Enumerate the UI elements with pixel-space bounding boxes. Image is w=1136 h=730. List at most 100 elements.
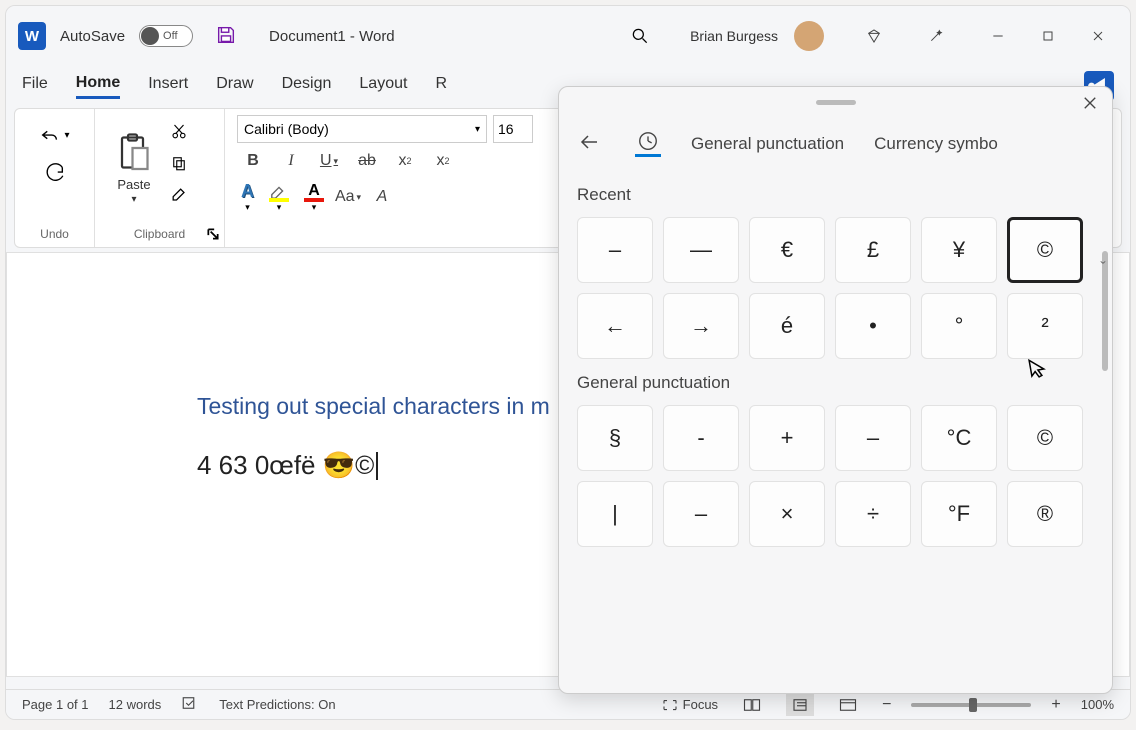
cut-button[interactable] (167, 119, 191, 143)
symbol-dash2[interactable]: – (663, 481, 739, 547)
autosave-label: AutoSave (60, 28, 125, 45)
font-name-combo[interactable]: Calibri (Body) ▾ (237, 115, 487, 143)
symbol-left-arrow[interactable]: ← (577, 293, 653, 359)
font-color-button[interactable]: A ▾ (304, 182, 324, 213)
autosave-toggle[interactable]: Off (139, 25, 193, 47)
zoom-slider[interactable] (911, 703, 1031, 707)
tab-layout[interactable]: Layout (359, 75, 407, 97)
symbols-popup: General punctuation Currency symbo Recen… (558, 86, 1113, 694)
recent-tab[interactable] (635, 131, 661, 157)
symbol-celsius[interactable]: °C (921, 405, 997, 471)
font-size-value: 16 (498, 121, 514, 137)
tab-home[interactable]: Home (76, 74, 120, 99)
document-title: Document1 - Word (269, 28, 395, 45)
undo-button[interactable]: ▾ (35, 121, 75, 149)
clipboard-launcher[interactable] (206, 227, 220, 241)
premium-icon[interactable] (854, 20, 894, 52)
symbol-dash[interactable]: – (835, 405, 911, 471)
symbol-divide[interactable]: ÷ (835, 481, 911, 547)
symbol-hyphen[interactable]: - (663, 405, 739, 471)
text-effects-button[interactable]: A ▾ (241, 181, 254, 213)
symbol-right-arrow[interactable]: → (663, 293, 739, 359)
search-icon[interactable] (630, 26, 650, 46)
symbol-multiply[interactable]: × (749, 481, 825, 547)
user-name: Brian Burgess (690, 28, 778, 44)
focus-mode-button[interactable]: Focus (661, 697, 718, 713)
spellcheck-icon[interactable] (181, 695, 199, 714)
font-name-value: Calibri (Body) (244, 121, 329, 137)
clear-format-button[interactable]: A (372, 187, 392, 207)
underline-button[interactable]: U▾ (319, 151, 339, 171)
maximize-button[interactable] (1028, 20, 1068, 52)
drag-handle-icon (816, 100, 856, 105)
popup-close-button[interactable] (1080, 93, 1100, 113)
tab-file[interactable]: File (22, 75, 48, 97)
font-size-combo[interactable]: 16 (493, 115, 533, 143)
zoom-level[interactable]: 100% (1081, 697, 1114, 712)
copy-button[interactable] (167, 151, 191, 175)
symbol-registered[interactable]: ® (1007, 481, 1083, 547)
bold-button[interactable]: B (243, 151, 263, 171)
paste-label: Paste (117, 177, 150, 192)
currency-symbols-tab[interactable]: Currency symbo (874, 134, 998, 154)
recent-grid: – — € £ ¥ © ← → é • ° ² (577, 217, 1094, 359)
toggle-knob (141, 27, 159, 45)
text-predictions[interactable]: Text Predictions: On (219, 697, 335, 712)
avatar[interactable] (794, 21, 824, 51)
symbol-bullet[interactable]: • (835, 293, 911, 359)
symbol-plus[interactable]: + (749, 405, 825, 471)
tab-draw[interactable]: Draw (216, 75, 253, 97)
symbol-fahrenheit[interactable]: °F (921, 481, 997, 547)
popup-body: Recent – — € £ ¥ © ← → é • ° ² General p… (559, 171, 1112, 681)
paste-button[interactable]: Paste ▾ (107, 115, 161, 223)
general-section-label: General punctuation (577, 373, 1094, 393)
symbol-copyright[interactable]: © (1007, 217, 1083, 283)
popup-scroll-down[interactable]: ˇ (1094, 259, 1112, 279)
clipboard-group-label: Clipboard (107, 223, 212, 241)
general-punctuation-tab[interactable]: General punctuation (691, 134, 844, 154)
close-button[interactable] (1078, 20, 1118, 52)
zoom-out-button[interactable]: − (882, 696, 891, 714)
format-painter-button[interactable] (167, 183, 191, 207)
symbol-super2[interactable]: ² (1007, 293, 1083, 359)
minimize-button[interactable] (978, 20, 1018, 52)
autosave-state: Off (163, 30, 177, 42)
tab-references[interactable]: R (435, 75, 447, 97)
title-bar: W AutoSave Off Document1 - Word Brian Bu… (6, 6, 1130, 66)
superscript-button[interactable]: x2 (433, 151, 453, 171)
popup-drag-area[interactable] (559, 87, 1112, 117)
symbol-section[interactable]: § (577, 405, 653, 471)
zoom-in-button[interactable]: + (1051, 696, 1060, 714)
symbol-e-acute[interactable]: é (749, 293, 825, 359)
print-layout-button[interactable] (786, 694, 814, 716)
tab-insert[interactable]: Insert (148, 75, 188, 97)
strike-button[interactable]: ab (357, 151, 377, 171)
italic-button[interactable]: I (281, 151, 301, 171)
word-count[interactable]: 12 words (109, 697, 162, 712)
tab-design[interactable]: Design (282, 75, 332, 97)
web-layout-button[interactable] (834, 694, 862, 716)
symbol-yen[interactable]: ¥ (921, 217, 997, 283)
page-status[interactable]: Page 1 of 1 (22, 697, 89, 712)
symbol-endash[interactable]: – (577, 217, 653, 283)
symbol-degree[interactable]: ° (921, 293, 997, 359)
symbol-copyright2[interactable]: © (1007, 405, 1083, 471)
symbol-pipe[interactable]: | (577, 481, 653, 547)
recent-section-label: Recent (577, 185, 1094, 205)
word-icon: W (18, 22, 46, 50)
symbol-emdash[interactable]: — (663, 217, 739, 283)
read-mode-button[interactable] (738, 694, 766, 716)
undo-group: ▾ Undo (15, 109, 95, 247)
change-case-button[interactable]: Aa▾ (338, 187, 358, 207)
back-button[interactable] (577, 130, 605, 158)
symbol-pound[interactable]: £ (835, 217, 911, 283)
wand-icon[interactable] (916, 20, 956, 52)
clipboard-group: Paste ▾ Clipboard (95, 109, 225, 247)
general-grid: § - + – °C © | – × ÷ °F ® (577, 405, 1094, 547)
subscript-button[interactable]: x2 (395, 151, 415, 171)
popup-tabs: General punctuation Currency symbo (559, 117, 1112, 171)
save-icon[interactable] (215, 24, 239, 48)
highlight-button[interactable]: ▾ (268, 182, 290, 213)
symbol-euro[interactable]: € (749, 217, 825, 283)
redo-button[interactable] (35, 159, 75, 187)
